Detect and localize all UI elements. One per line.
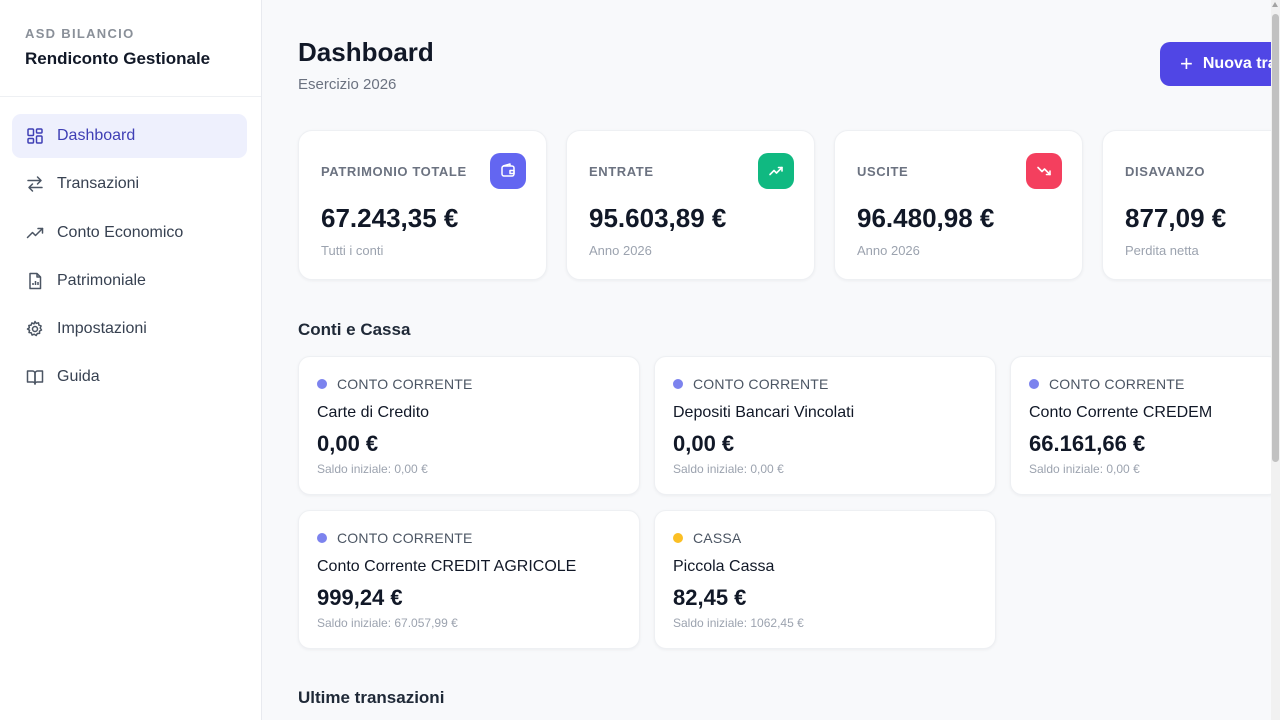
brand-title: Rendiconto Gestionale bbox=[25, 49, 211, 68]
stat-value: 67.243,35 € bbox=[321, 203, 459, 233]
account-balance: 82,45 € bbox=[673, 585, 747, 610]
stat-value: 95.603,89 € bbox=[589, 203, 727, 233]
account-name: Conto Corrente CREDIT AGRICOLE bbox=[317, 558, 577, 575]
stat-value: 877,09 € bbox=[1125, 203, 1227, 233]
section-title-conti: Conti e Cassa bbox=[298, 320, 411, 339]
stat-value: 96.480,98 € bbox=[857, 203, 995, 233]
account-type-label: CASSA bbox=[693, 530, 742, 546]
account-type-label: CONTO CORRENTE bbox=[337, 376, 473, 392]
stat-card-entrate: ENTRATE 95.603,89 € Anno 2026 bbox=[566, 130, 815, 280]
status-dot bbox=[1029, 379, 1039, 389]
sidebar-item-conto-economico[interactable]: Conto Economico bbox=[12, 211, 247, 255]
page-title: Dashboard bbox=[298, 37, 434, 67]
scroll-up-arrow-icon[interactable] bbox=[1272, 2, 1278, 7]
gear-icon bbox=[26, 320, 44, 338]
brand: ASD BILANCIO Rendiconto Gestionale bbox=[0, 0, 261, 97]
account-balance: 0,00 € bbox=[673, 431, 735, 456]
sidebar-item-label: Patrimoniale bbox=[57, 271, 146, 289]
account-balance: 0,00 € bbox=[317, 431, 379, 456]
status-dot bbox=[317, 379, 327, 389]
account-initial-balance: Saldo iniziale: 0,00 € bbox=[673, 462, 784, 476]
stat-card-patrimonio: PATRIMONIO TOTALE 67.243,35 € Tutti i co… bbox=[298, 130, 547, 280]
stat-sub: Anno 2026 bbox=[857, 243, 920, 258]
sidebar-item-impostazioni[interactable]: Impostazioni bbox=[12, 307, 247, 351]
stat-label: ENTRATE bbox=[589, 164, 654, 179]
sidebar-item-label: Guida bbox=[57, 368, 100, 386]
sidebar-item-patrimoniale[interactable]: Patrimoniale bbox=[12, 259, 247, 303]
account-card[interactable]: CASSA Piccola Cassa 82,45 € Saldo inizia… bbox=[654, 510, 996, 649]
stat-card-disavanzo: DISAVANZO 877,09 € Perdita netta bbox=[1102, 130, 1280, 280]
account-type-label: CONTO CORRENTE bbox=[693, 376, 829, 392]
account-card[interactable]: CONTO CORRENTE Conto Corrente CREDIT AGR… bbox=[298, 510, 640, 649]
account-name: Conto Corrente CREDEM bbox=[1029, 404, 1213, 421]
account-type: CASSA bbox=[673, 530, 741, 546]
account-type: CONTO CORRENTE bbox=[317, 530, 473, 546]
new-transaction-button[interactable]: + Nuova transazione bbox=[1160, 42, 1280, 86]
trend-down-icon bbox=[1026, 153, 1062, 189]
trend-up-icon bbox=[26, 224, 44, 242]
sidebar-item-label: Impostazioni bbox=[57, 320, 147, 338]
trend-up-icon bbox=[758, 153, 794, 189]
sidebar-item-guida[interactable]: Guida bbox=[12, 355, 247, 399]
account-name: Depositi Bancari Vincolati bbox=[673, 404, 855, 421]
plus-icon: + bbox=[1180, 51, 1193, 76]
stat-label: PATRIMONIO TOTALE bbox=[321, 164, 467, 179]
page-scrollbar[interactable] bbox=[1271, 0, 1280, 720]
account-initial-balance: Saldo iniziale: 0,00 € bbox=[1029, 462, 1140, 476]
sidebar-item-label: Transazioni bbox=[57, 175, 140, 193]
account-card[interactable]: CONTO CORRENTE Carte di Credito 0,00 € S… bbox=[298, 356, 640, 495]
account-type: CONTO CORRENTE bbox=[673, 376, 829, 392]
main-content: Dashboard Esercizio 2026 + Nuova transaz… bbox=[262, 0, 1280, 720]
account-type: CONTO CORRENTE bbox=[1029, 376, 1185, 392]
stat-sub: Anno 2026 bbox=[589, 243, 652, 258]
new-transaction-label: Nuova transazione bbox=[1202, 55, 1280, 72]
book-icon bbox=[26, 368, 44, 386]
stat-card-uscite: USCITE 96.480,98 € Anno 2026 bbox=[834, 130, 1083, 280]
sidebar-item-transazioni[interactable]: Transazioni bbox=[12, 162, 247, 206]
account-name: Carte di Credito bbox=[317, 404, 430, 421]
account-initial-balance: Saldo iniziale: 0,00 € bbox=[317, 462, 428, 476]
sidebar: ASD BILANCIO Rendiconto Gestionale Dashb… bbox=[0, 0, 262, 720]
scrollbar-thumb[interactable] bbox=[1272, 14, 1279, 462]
status-dot bbox=[317, 533, 327, 543]
report-document-icon bbox=[26, 272, 44, 290]
stat-sub: Perdita netta bbox=[1125, 243, 1199, 258]
stat-sub: Tutti i conti bbox=[321, 243, 384, 258]
sidebar-item-dashboard[interactable]: Dashboard bbox=[12, 114, 247, 158]
wallet-icon bbox=[490, 153, 526, 189]
account-initial-balance: Saldo iniziale: 1062,45 € bbox=[673, 616, 804, 630]
status-dot bbox=[673, 533, 683, 543]
page-subtitle: Esercizio 2026 bbox=[298, 76, 397, 93]
account-initial-balance: Saldo iniziale: 67.057,99 € bbox=[317, 616, 458, 630]
stat-label: DISAVANZO bbox=[1125, 164, 1206, 179]
account-balance: 999,24 € bbox=[317, 585, 403, 610]
section-title-transazioni: Ultime transazioni bbox=[298, 688, 445, 707]
account-balance: 66.161,66 € bbox=[1029, 431, 1146, 456]
stat-label: USCITE bbox=[857, 164, 909, 179]
sidebar-item-label: Dashboard bbox=[57, 127, 136, 144]
account-type-label: CONTO CORRENTE bbox=[1049, 376, 1185, 392]
account-type: CONTO CORRENTE bbox=[317, 376, 473, 392]
account-type-label: CONTO CORRENTE bbox=[337, 530, 473, 546]
account-card[interactable]: CONTO CORRENTE Depositi Bancari Vincolat… bbox=[654, 356, 996, 495]
brand-kicker: ASD BILANCIO bbox=[25, 26, 135, 41]
dashboard-icon bbox=[26, 127, 44, 145]
status-dot bbox=[673, 379, 683, 389]
account-card[interactable]: CONTO CORRENTE Conto Corrente CREDEM 66.… bbox=[1010, 356, 1280, 495]
transfer-arrows-icon bbox=[26, 175, 44, 193]
sidebar-item-label: Conto Economico bbox=[57, 223, 184, 241]
sidebar-nav: Dashboard Transazioni Conto Economico Pa… bbox=[0, 97, 261, 399]
account-name: Piccola Cassa bbox=[673, 558, 775, 575]
